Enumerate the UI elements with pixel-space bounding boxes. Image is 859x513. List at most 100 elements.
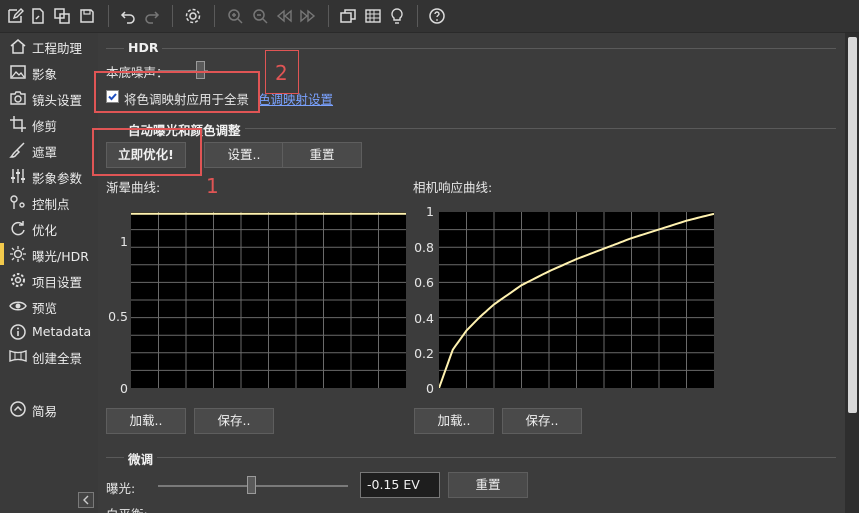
- annotation-number-1: 1: [206, 174, 219, 198]
- grid-icon[interactable]: [364, 7, 382, 25]
- vertical-scrollbar[interactable]: [845, 33, 859, 513]
- response-load-button[interactable]: 加载..: [414, 408, 494, 434]
- rewind-icon[interactable]: [275, 7, 293, 25]
- lightbulb-icon[interactable]: [388, 7, 406, 25]
- chevron-left-icon: [79, 493, 93, 507]
- settings-button[interactable]: 设置..: [204, 142, 284, 168]
- exposure-label: 曝光:: [106, 481, 136, 496]
- sidebar-item-simple[interactable]: 简易: [0, 396, 98, 422]
- sliders-icon: [9, 167, 27, 185]
- hdr-divider: [106, 48, 836, 49]
- sidebar-item-mask[interactable]: 遮罩: [0, 137, 98, 163]
- info-icon: [9, 323, 27, 341]
- undo-icon[interactable]: [119, 7, 137, 25]
- settings-gear-icon[interactable]: [184, 7, 202, 25]
- annotation-box-1: [92, 128, 202, 176]
- sidebar-item-preview[interactable]: 预览: [0, 293, 98, 319]
- vignette-curve-chart: [131, 212, 406, 388]
- exposure-input[interactable]: -0.15 EV: [360, 472, 440, 498]
- response-tick: 0.8: [414, 240, 434, 255]
- vignette-tick: 1: [120, 234, 128, 249]
- reset-exposure-button[interactable]: 重置: [448, 472, 528, 498]
- windows-icon[interactable]: [339, 7, 357, 25]
- toolbar-separator: [328, 5, 329, 27]
- sidebar-item-label: 遮罩: [32, 145, 58, 160]
- toolbar-separator: [108, 5, 109, 27]
- vignette-tick: 0: [120, 381, 128, 396]
- main-panel: HDR 本底噪声： 将色调映射应用于全景 色调映射设置 自动曝光和颜色调整 立即…: [92, 33, 845, 513]
- sidebar: 工程助理 影象 镜头设置 修剪 遮罩 影象参数 控制点 优化 曝光/HDR 项目…: [0, 33, 98, 513]
- sidebar-item-label: 修剪: [32, 119, 58, 134]
- copy-icon[interactable]: [53, 7, 71, 25]
- vignette-load-button[interactable]: 加载..: [106, 408, 186, 434]
- sidebar-item-label: 创建全景: [32, 351, 83, 366]
- sidebar-item-label: 影象: [32, 67, 58, 82]
- help-icon[interactable]: [428, 7, 446, 25]
- reset-auto-button[interactable]: 重置: [282, 142, 362, 168]
- response-tick: 0.6: [414, 275, 434, 290]
- home-icon: [9, 37, 27, 55]
- sidebar-item-label: 工程助理: [32, 41, 83, 56]
- sidebar-item-label: 控制点: [32, 197, 70, 212]
- scrollbar-thumb[interactable]: [848, 37, 857, 413]
- sidebar-item-crop[interactable]: 修剪: [0, 111, 98, 137]
- sidebar-item-image-parameters[interactable]: 影象参数: [0, 163, 98, 189]
- zoom-out-icon[interactable]: [251, 7, 269, 25]
- toolbar: [0, 0, 859, 33]
- response-save-button[interactable]: 保存..: [502, 408, 582, 434]
- response-tick: 0: [426, 381, 434, 396]
- zoom-in-icon[interactable]: [226, 7, 244, 25]
- vignette-tick: 0.5: [108, 309, 128, 324]
- gear-icon: [9, 271, 27, 289]
- vignette-curve-label: 渐晕曲线:: [106, 180, 161, 195]
- sidebar-item-images[interactable]: 影象: [0, 59, 98, 85]
- sidebar-item-label: 曝光/HDR: [32, 249, 89, 264]
- annotation-number-2: 2: [275, 61, 288, 85]
- sidebar-item-label: 预览: [32, 301, 58, 316]
- brush-icon: [9, 141, 27, 159]
- redo-icon[interactable]: [143, 7, 161, 25]
- sidebar-item-label: 优化: [32, 223, 58, 238]
- vignette-save-button[interactable]: 保存..: [194, 408, 274, 434]
- image-icon: [9, 63, 27, 81]
- sidebar-item-create-panorama[interactable]: 创建全景: [0, 343, 98, 369]
- chevron-up-circle-icon: [9, 400, 27, 418]
- sidebar-item-control-points[interactable]: 控制点: [0, 189, 98, 215]
- response-tick: 1: [426, 204, 434, 219]
- new-project-icon[interactable]: [6, 7, 24, 25]
- camera-response-curve-chart: [439, 212, 714, 388]
- exposure-slider-thumb[interactable]: [247, 476, 257, 494]
- toolbar-separator: [214, 5, 215, 27]
- fast-forward-icon[interactable]: [299, 7, 317, 25]
- response-tick: 0.2: [414, 346, 434, 361]
- sidebar-item-label: 影象参数: [32, 171, 83, 186]
- sidebar-simple-label: 简易: [32, 404, 58, 419]
- toolbar-separator: [417, 5, 418, 27]
- response-curve-label: 相机响应曲线:: [413, 180, 493, 195]
- crop-icon: [9, 115, 27, 133]
- sidebar-item-exposure-hdr[interactable]: 曝光/HDR: [0, 241, 98, 267]
- sun-icon: [9, 245, 27, 263]
- sidebar-item-optimize[interactable]: 优化: [0, 215, 98, 241]
- hdr-section-title: HDR: [124, 40, 163, 55]
- panorama-icon: [9, 347, 27, 365]
- eye-icon: [9, 297, 27, 315]
- save-icon[interactable]: [78, 7, 96, 25]
- white-balance-label: 白平衡:: [106, 504, 148, 513]
- collapse-sidebar-button[interactable]: [78, 492, 94, 508]
- optimize-icon: [9, 219, 27, 237]
- response-tick: 0.4: [414, 311, 434, 326]
- control-points-icon: [9, 193, 27, 211]
- annotation-box-2: [94, 71, 260, 113]
- sidebar-item-label: Metadata: [32, 324, 92, 339]
- sidebar-item-label: 项目设置: [32, 275, 83, 290]
- sidebar-item-lens-settings[interactable]: 镜头设置: [0, 85, 98, 111]
- sidebar-item-metadata[interactable]: Metadata: [0, 319, 98, 345]
- sidebar-item-project-assistant[interactable]: 工程助理: [0, 33, 98, 59]
- open-file-icon[interactable]: [29, 7, 47, 25]
- sidebar-item-label: 镜头设置: [32, 93, 83, 108]
- fine-tune-section-title: 微调: [124, 449, 158, 468]
- toolbar-separator: [172, 5, 173, 27]
- sidebar-item-project-settings[interactable]: 项目设置: [0, 267, 98, 293]
- camera-icon: [9, 89, 27, 107]
